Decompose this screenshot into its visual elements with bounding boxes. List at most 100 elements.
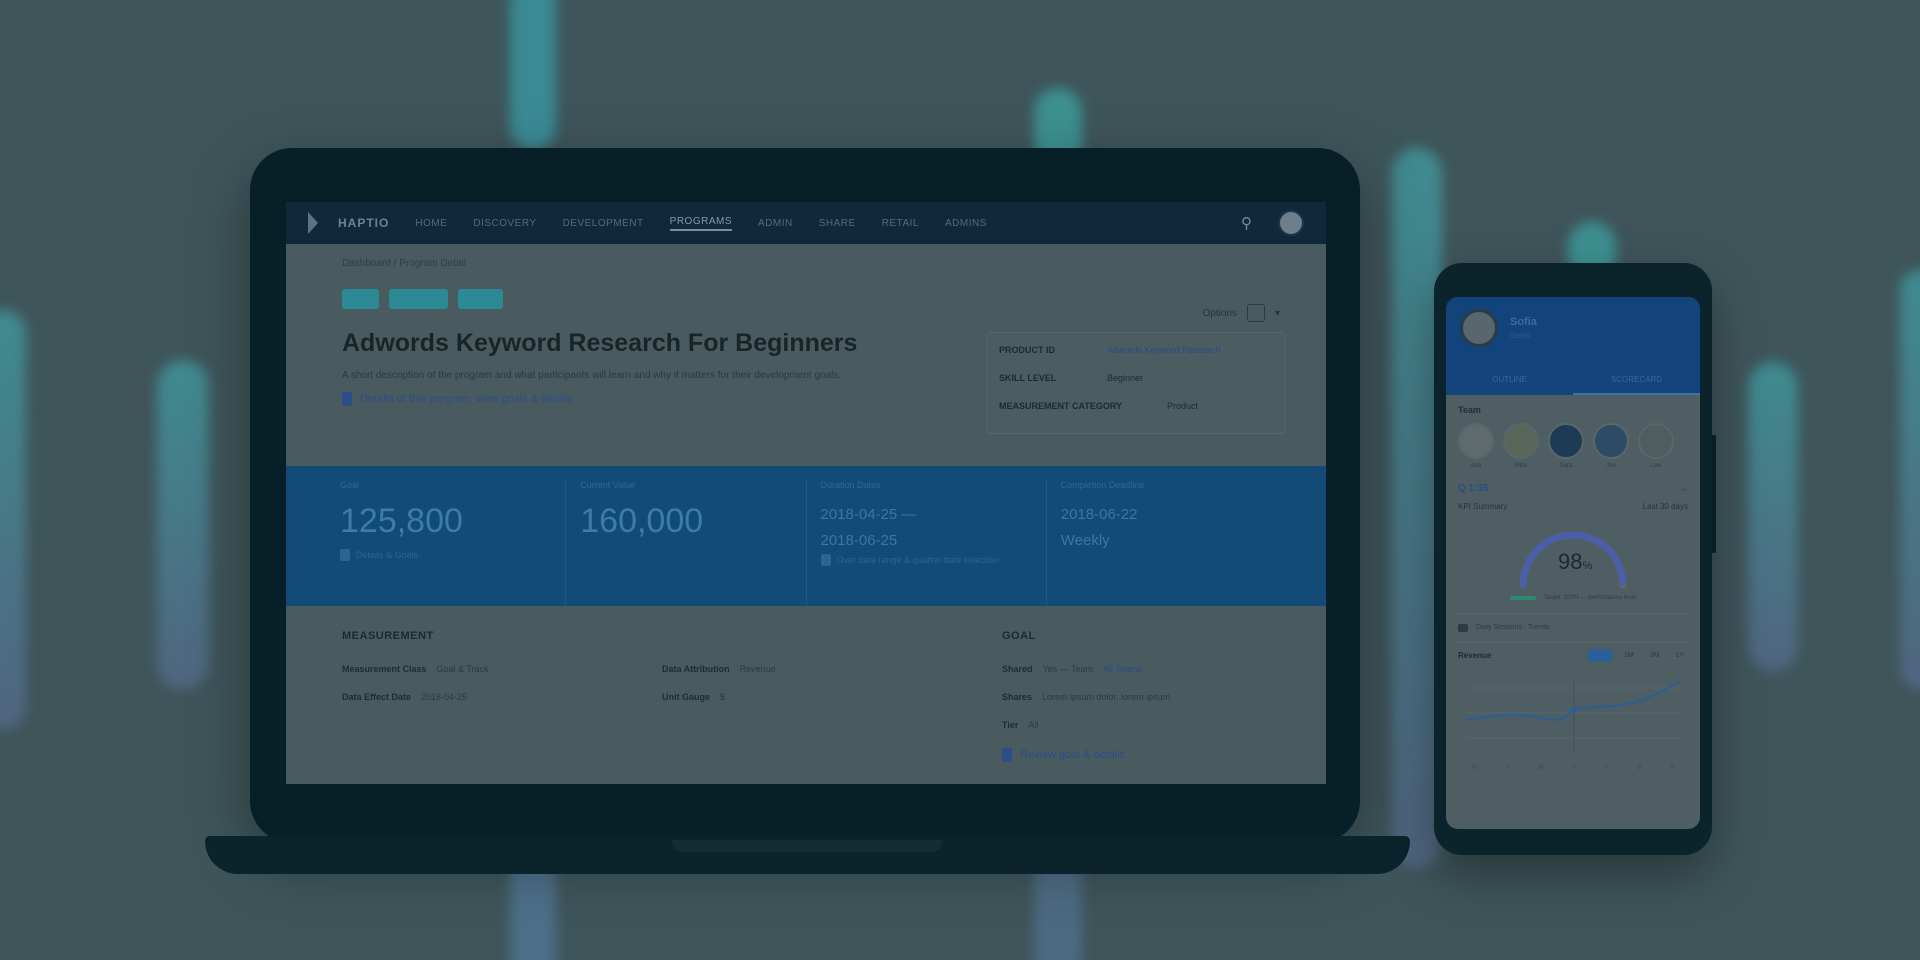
- stat-date: 2018-06-25: [820, 532, 898, 549]
- measurement-field: Data Attribution Revenue: [662, 664, 982, 674]
- bg-bar: [157, 360, 209, 690]
- nav-item-programs[interactable]: PROGRAMS: [669, 216, 732, 231]
- team-member[interactable]: Mike: [1503, 423, 1539, 469]
- x-label: T: [1505, 765, 1510, 771]
- phone-tabs: OUTLINE SCORECARD: [1446, 365, 1700, 395]
- range-toggle[interactable]: 1W: [1587, 649, 1612, 662]
- revenue-chart: M T W T F S S: [1446, 668, 1700, 771]
- stat-value: 125,800: [340, 502, 463, 540]
- team-member-name: Jon: [1606, 463, 1616, 469]
- measurement-field: Unit Gauge $: [662, 692, 982, 702]
- range-toggle[interactable]: 1Y: [1671, 649, 1688, 662]
- field-key: Unit Gauge: [662, 692, 711, 702]
- phone-header: Sofia Sales OUTLINE SCORECARD: [1446, 297, 1700, 395]
- tab-scorecard[interactable]: SCORECARD: [1573, 365, 1700, 395]
- stat-foot: Over date range & quarter date selection: [820, 554, 1032, 566]
- bg-bar: [1900, 270, 1920, 690]
- meta-value-link[interactable]: Adwords Keyword Research: [1107, 345, 1221, 355]
- measurement-field: Data Effect Date 2018-04-25: [342, 692, 662, 702]
- measurement-field: Measurement Class Goal & Track: [342, 664, 662, 674]
- field-value-link[interactable]: All Teams: [1103, 664, 1142, 674]
- field-key: Data Attribution: [662, 664, 730, 674]
- meta-key: PRODUCT ID: [999, 345, 1055, 355]
- stat-label: Completion Deadline: [1060, 480, 1145, 490]
- team-member[interactable]: Sara: [1548, 423, 1584, 469]
- range-toggle[interactable]: 1M: [1620, 649, 1638, 662]
- field-key: Data Effect Date: [342, 692, 412, 702]
- phone-frame: Sofia Sales OUTLINE SCORECARD Team Ana M…: [1434, 263, 1712, 855]
- app-logo[interactable]: HAPTIO: [308, 212, 389, 234]
- field-key: Shares: [1002, 692, 1033, 702]
- phone-screen: Sofia Sales OUTLINE SCORECARD Team Ana M…: [1446, 297, 1700, 829]
- gauge-value: 98%: [1558, 549, 1592, 575]
- stat-goal: Goal 125,800 Details & Goals: [326, 480, 567, 606]
- nav-item-discovery[interactable]: DISCOVERY: [473, 218, 536, 229]
- stat-deadline: Completion Deadline 2018-06-22 Weekly: [1047, 480, 1286, 606]
- meta-row: PRODUCT ID Adwords Keyword Research: [999, 345, 1273, 355]
- user-avatar[interactable]: [1278, 210, 1304, 236]
- tab-outline[interactable]: OUTLINE: [1446, 365, 1573, 395]
- stat-date: 2018-04-25 —: [820, 506, 917, 523]
- kpi-card-title: Q 1:35: [1458, 483, 1489, 494]
- nav-item-admin[interactable]: ADMIN: [758, 218, 793, 229]
- options-label: Options: [1202, 307, 1237, 319]
- x-label: S: [1669, 765, 1674, 771]
- options-menu[interactable]: Options ▾: [1202, 304, 1280, 322]
- team-member-name: Mike: [1514, 463, 1528, 469]
- meta-row: MEASUREMENT CATEGORY Product: [999, 401, 1273, 411]
- team-member-name: Sara: [1559, 463, 1573, 469]
- goal-field: Tier All: [1002, 720, 1270, 730]
- field-value: $: [720, 692, 726, 702]
- laptop-screen: HAPTIO HOME DISCOVERY DEVELOPMENT PROGRA…: [286, 202, 1326, 784]
- stat-foot-text: Over date range & quarter date selection: [836, 555, 1000, 565]
- stat-duration: Duration Dates 2018-04-25 — 2018-06-25 O…: [807, 480, 1047, 606]
- field-key: Measurement Class: [342, 664, 427, 674]
- kpi-card-header: Q 1:35 ⌄: [1458, 483, 1688, 494]
- nav-item-admins[interactable]: ADMINS: [945, 218, 987, 229]
- stat-label: Duration Dates: [820, 480, 881, 490]
- stat-foot-text: Details & Goals: [356, 550, 419, 560]
- chevron-down-icon[interactable]: ⌄: [1680, 483, 1688, 494]
- revenue-chart-header: Revenue 1W 1M 3M 1Y: [1446, 643, 1700, 668]
- breadcrumb[interactable]: Dashboard / Program Detail: [342, 258, 1270, 269]
- review-goal-link[interactable]: Review goal & details: [1002, 748, 1270, 762]
- field-value: Yes — Team: [1042, 664, 1094, 674]
- gauge-legend: Target: 100% — performance level: [1458, 595, 1688, 601]
- nav-item-development[interactable]: DEVELOPMENT: [563, 218, 644, 229]
- top-nav: HAPTIO HOME DISCOVERY DEVELOPMENT PROGRA…: [286, 202, 1326, 244]
- logo-icon: [308, 212, 328, 234]
- field-value: Goal & Track: [436, 664, 489, 674]
- range-toggle[interactable]: 3M: [1646, 649, 1664, 662]
- phone-profile[interactable]: Sofia Sales: [1460, 309, 1686, 347]
- cursor-point: [1571, 707, 1577, 713]
- kpi-summary-label: KPI Summary: [1458, 502, 1508, 511]
- bg-bar: [0, 310, 26, 730]
- meta-value: Product: [1167, 401, 1199, 411]
- team-member[interactable]: Jon: [1593, 423, 1629, 469]
- stat-foot-link[interactable]: Details & Goals: [340, 549, 551, 561]
- meta-row: SKILL LEVEL Beginner: [999, 373, 1273, 383]
- details-link-text: Details of this program, view goals & de…: [360, 393, 573, 405]
- nav-item-retail[interactable]: RETAIL: [882, 218, 919, 229]
- kpi-period-label: Last 30 days: [1642, 502, 1688, 511]
- calendar-icon: [820, 554, 831, 566]
- tag: Active: [458, 289, 503, 309]
- field-value: All: [1028, 720, 1039, 730]
- chart-icon: [1458, 624, 1468, 632]
- field-key: Tier: [1002, 720, 1019, 730]
- document-icon: [342, 392, 352, 406]
- logo-text: HAPTIO: [338, 216, 390, 230]
- team-member[interactable]: Lee: [1638, 423, 1674, 469]
- stat-value: 160,000: [580, 502, 704, 540]
- goal-field: Shared Yes — Team All Teams: [1002, 664, 1270, 674]
- field-key: Shared: [1002, 664, 1033, 674]
- avatar: [1593, 423, 1629, 459]
- page-description: A short description of the program and w…: [342, 370, 842, 381]
- kpi-card: Q 1:35 ⌄ KPI Summary Last 30 days 98% Ta…: [1446, 469, 1700, 601]
- search-icon[interactable]: ⚲: [1241, 214, 1252, 232]
- team-member[interactable]: Ana: [1458, 423, 1494, 469]
- document-icon: [1002, 748, 1012, 762]
- nav-item-home[interactable]: HOME: [415, 218, 447, 229]
- sessions-row[interactable]: Daily Sessions · Trends: [1446, 614, 1700, 642]
- nav-item-share[interactable]: SHARE: [819, 218, 856, 229]
